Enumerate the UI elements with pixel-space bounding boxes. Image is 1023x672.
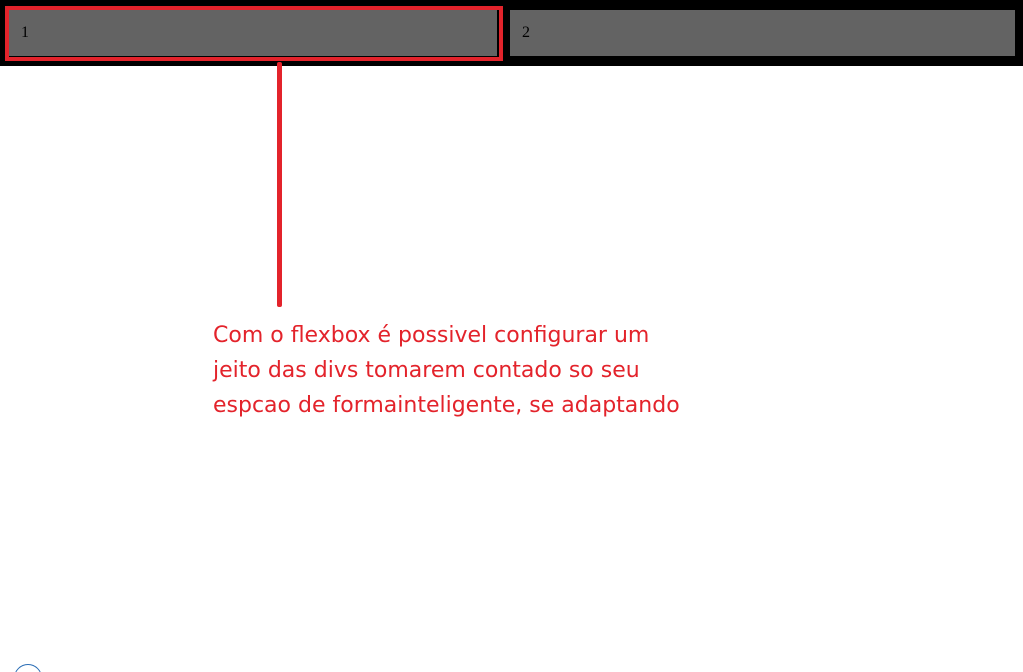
annotation-text: Com o flexbox é possivel configurar um j… (213, 323, 680, 418)
flex-item-label: 1 (21, 24, 29, 41)
flex-item-2: 2 (510, 10, 1015, 56)
flex-item-label: 2 (522, 24, 530, 41)
callout-line (277, 62, 282, 307)
flex-item-1: 1 (9, 10, 497, 56)
flex-container: 1 2 (0, 0, 1023, 66)
corner-circle-icon (14, 664, 42, 672)
